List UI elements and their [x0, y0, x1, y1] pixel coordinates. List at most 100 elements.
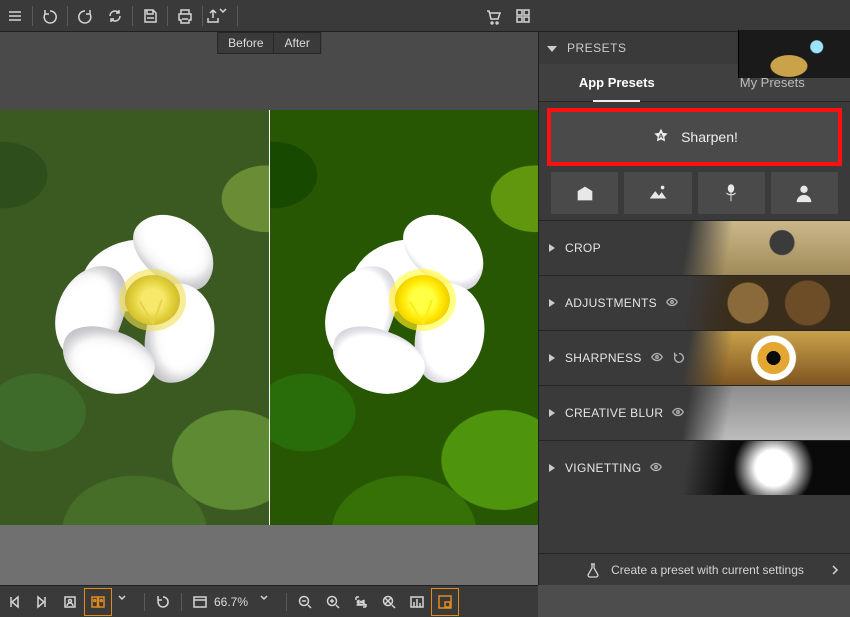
- presets-body: A Sharpen!: [539, 102, 850, 220]
- separator: [286, 593, 287, 611]
- before-image[interactable]: [0, 110, 269, 525]
- grid-icon: [514, 7, 532, 25]
- panel-bg: [680, 221, 850, 275]
- print-button[interactable]: [170, 1, 200, 31]
- tab-app-presets[interactable]: App Presets: [539, 64, 695, 101]
- step-back-icon: [6, 594, 22, 610]
- macro-icon: [720, 182, 742, 204]
- separator: [144, 593, 145, 611]
- category-architecture[interactable]: [551, 172, 618, 214]
- bottom-toolbar: 66.7% 1:1: [0, 585, 538, 617]
- redo-icon: [76, 7, 94, 25]
- image-canvas[interactable]: Before After: [0, 32, 538, 585]
- zoom-fit-icon: [381, 594, 397, 610]
- undo-button[interactable]: [35, 1, 65, 31]
- separator: [181, 593, 182, 611]
- tab-my-presets[interactable]: My Presets: [695, 64, 850, 101]
- redo-button[interactable]: [70, 1, 100, 31]
- separator: [202, 6, 203, 26]
- preset-label: Sharpen!: [681, 129, 738, 145]
- step-forward-icon: [34, 594, 50, 610]
- category-portrait[interactable]: [771, 172, 838, 214]
- chevron-down-icon: [260, 594, 276, 610]
- compare-view-icon: [90, 594, 106, 610]
- chevron-down-icon: [118, 594, 134, 610]
- share-button[interactable]: [205, 1, 235, 31]
- zoom-value: 66.7%: [214, 595, 254, 609]
- expand-icon: [549, 409, 555, 417]
- sidebar-footer[interactable]: Create a preset with current settings: [539, 553, 850, 585]
- expand-icon: [549, 464, 555, 472]
- fit-screen-button[interactable]: [187, 589, 213, 615]
- navigator-button[interactable]: [432, 589, 458, 615]
- compare-pair: [0, 110, 538, 525]
- save-icon: [141, 7, 159, 25]
- zoom-100-button[interactable]: 1:1: [348, 589, 374, 615]
- hamburger-icon: [6, 7, 24, 25]
- before-label: Before: [217, 32, 274, 54]
- menu-button[interactable]: [0, 1, 30, 31]
- panel-vignetting[interactable]: VIGNETTING: [539, 440, 850, 495]
- print-icon: [176, 7, 194, 25]
- tab-label: App Presets: [579, 75, 655, 90]
- preset-tabs: App Presets My Presets: [539, 64, 850, 102]
- footer-label: Create a preset with current settings: [611, 563, 804, 577]
- zoom-in-icon: [325, 594, 341, 610]
- after-image[interactable]: [269, 110, 539, 525]
- navigator-icon: [437, 594, 453, 610]
- visibility-toggle[interactable]: [665, 295, 679, 312]
- rotate-icon: [155, 594, 171, 610]
- panel-label: SHARPNESS: [565, 351, 642, 365]
- preset-sharpen[interactable]: A Sharpen!: [551, 112, 838, 162]
- undo-icon: [41, 7, 59, 25]
- prev-image-button[interactable]: [1, 589, 27, 615]
- zoom-in-button[interactable]: [320, 589, 346, 615]
- view-options-button[interactable]: [113, 589, 139, 615]
- panel-bg: [680, 276, 850, 330]
- panel-label: CREATIVE BLUR: [565, 406, 663, 420]
- expand-icon: [549, 299, 555, 307]
- rotate-button[interactable]: [150, 589, 176, 615]
- refresh-icon: [106, 7, 124, 25]
- panel-adjustments[interactable]: ADJUSTMENTS: [539, 275, 850, 330]
- svg-text:A: A: [658, 132, 664, 141]
- presets-title: PRESETS: [567, 41, 627, 55]
- panel-sharpness[interactable]: SHARPNESS: [539, 330, 850, 385]
- save-button[interactable]: [135, 1, 165, 31]
- category-landscape[interactable]: [624, 172, 691, 214]
- next-image-button[interactable]: [29, 589, 55, 615]
- panel-crop[interactable]: CROP: [539, 220, 850, 275]
- fit-screen-icon: [192, 594, 208, 610]
- expand-icon: [549, 354, 555, 362]
- tab-label: My Presets: [740, 75, 805, 90]
- grid-view-button[interactable]: [508, 1, 538, 31]
- zoom-options-button[interactable]: [255, 589, 281, 615]
- zoom-fit-button[interactable]: [376, 589, 402, 615]
- visibility-toggle[interactable]: [649, 460, 663, 477]
- compare-view-button[interactable]: [85, 589, 111, 615]
- visibility-toggle[interactable]: [650, 350, 664, 367]
- svg-text:1:1: 1:1: [357, 601, 366, 607]
- panel-bg: [680, 386, 850, 440]
- panel-creative-blur[interactable]: CREATIVE BLUR: [539, 385, 850, 440]
- cart-icon: [484, 7, 502, 25]
- single-view-button[interactable]: [57, 589, 83, 615]
- panel-bg: [680, 441, 850, 495]
- chevron-down-icon: [219, 7, 235, 25]
- panel-bg: [680, 331, 850, 385]
- histogram-button[interactable]: [404, 589, 430, 615]
- landscape-icon: [647, 182, 669, 204]
- panel-undo[interactable]: [672, 350, 686, 367]
- separator: [237, 6, 238, 26]
- visibility-toggle[interactable]: [671, 405, 685, 422]
- refresh-button[interactable]: [100, 1, 130, 31]
- panel-label: CROP: [565, 241, 601, 255]
- top-toolbar: [0, 0, 850, 32]
- main-area: Before After PRESETS: [0, 32, 850, 585]
- presets-header[interactable]: PRESETS: [539, 32, 850, 64]
- category-macro[interactable]: [698, 172, 765, 214]
- cart-button[interactable]: [478, 1, 508, 31]
- separator: [67, 6, 68, 26]
- compare-labels: Before After: [217, 32, 321, 54]
- zoom-out-button[interactable]: [292, 589, 318, 615]
